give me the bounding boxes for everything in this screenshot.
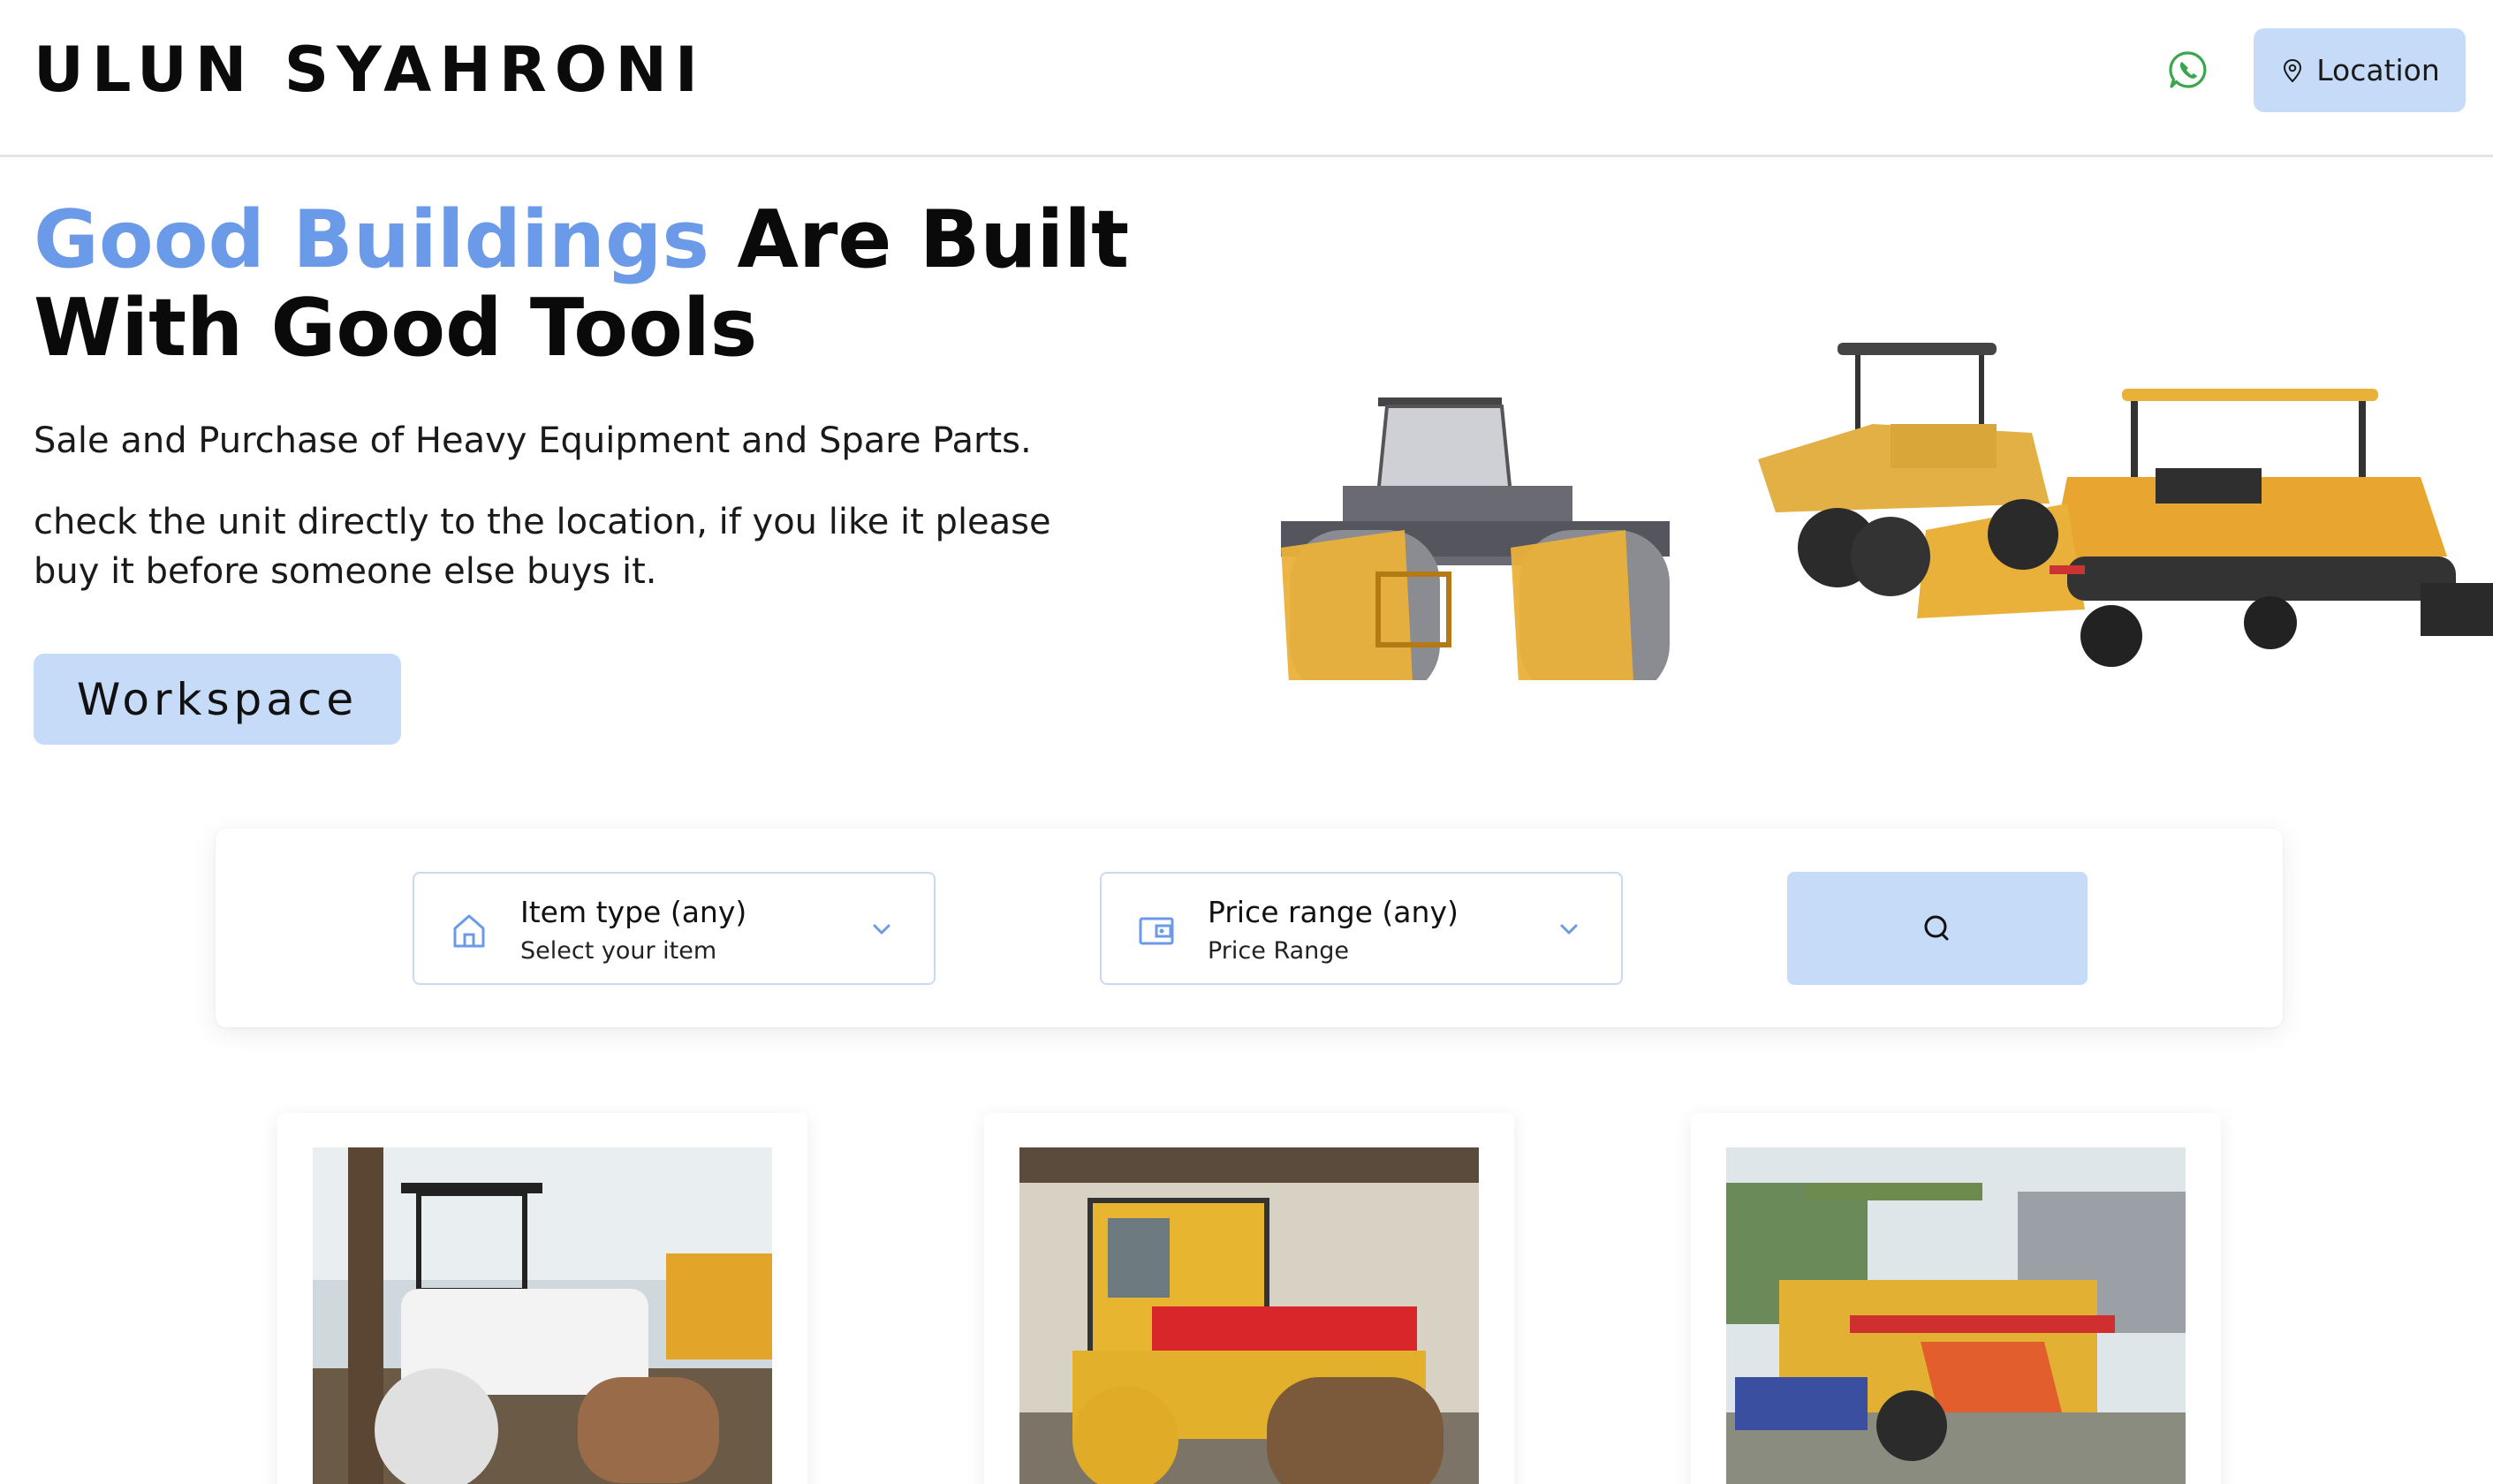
site-header: ULUN SYAHRONI Location <box>0 0 2493 157</box>
product-card[interactable] <box>984 1113 1514 1484</box>
heavy-equipment-illustration <box>1281 343 2493 680</box>
map-pin-icon <box>2284 58 2302 82</box>
search-icon <box>1924 915 1949 941</box>
hero-subtitle: Sale and Purchase of Heavy Equipment and… <box>34 420 1032 461</box>
pneumatic-roller-illustration <box>1758 343 2058 596</box>
price-range-title: Price range (any) <box>1208 895 1459 929</box>
hero-title-accent: Good Buildings <box>34 193 709 286</box>
price-range-select[interactable]: Price range (any) Price Range <box>1100 872 1623 985</box>
workspace-button[interactable]: Workspace <box>34 654 401 745</box>
product-card[interactable] <box>1691 1113 2221 1484</box>
tandem-roller-photo <box>313 1147 772 1484</box>
item-type-title: Item type (any) <box>520 895 747 929</box>
asphalt-paver-photo <box>1726 1147 2186 1484</box>
product-card[interactable] <box>277 1113 807 1484</box>
search-panel: Item type (any) Select your item Price r… <box>216 829 2283 1027</box>
price-range-placeholder: Price Range <box>1208 937 1350 965</box>
hero-description: check the unit directly to the location,… <box>34 502 1051 592</box>
hero-title: Good Buildings Are Built With Good Tools <box>34 196 1270 373</box>
location-button[interactable]: Location <box>2254 28 2466 112</box>
product-photo-tandem-roller-dynapac[interactable] <box>1019 1147 1479 1484</box>
product-photo-tandem-roller-white[interactable] <box>313 1147 772 1484</box>
wallet-icon <box>1139 917 1174 945</box>
item-type-placeholder: Select your item <box>520 937 717 965</box>
tandem-roller-illustration <box>1281 398 1670 680</box>
location-label: Location <box>2316 53 2440 87</box>
chevron-down-icon <box>1560 924 1578 935</box>
product-photo-asphalt-paver[interactable] <box>1726 1147 2186 1484</box>
home-icon <box>453 914 485 948</box>
dynapac-roller-photo <box>1019 1147 1479 1484</box>
search-button[interactable] <box>1787 872 2088 985</box>
whatsapp-icon[interactable] <box>2167 49 2209 91</box>
chevron-down-icon <box>873 924 890 935</box>
item-type-select[interactable]: Item type (any) Select your item <box>413 872 936 985</box>
brand-logo[interactable]: ULUN SYAHRONI <box>34 34 706 106</box>
